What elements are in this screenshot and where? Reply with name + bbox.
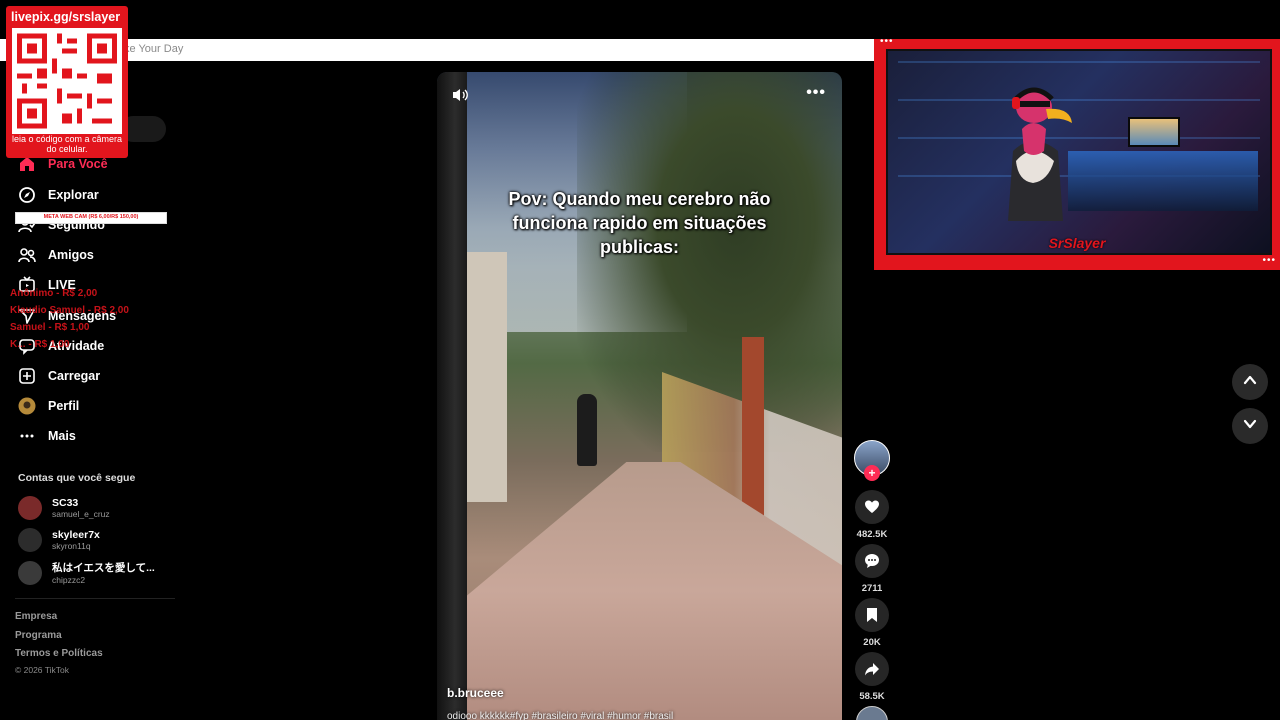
comment-icon — [855, 544, 889, 578]
sidebar-item-amigos[interactable]: Amigos — [18, 244, 94, 266]
gaming-desk — [1068, 151, 1258, 211]
chevron-up-icon — [1243, 373, 1257, 392]
follow-plus-icon[interactable]: + — [864, 465, 880, 481]
account-name: skyleer7x — [52, 529, 100, 541]
video-player[interactable]: Pov: Quando meu cerebro não funciona rap… — [437, 72, 842, 720]
chevron-down-icon — [1243, 417, 1257, 436]
share-button[interactable]: 58.5K — [852, 652, 892, 702]
search-strip[interactable]: ke Your Day — [0, 39, 876, 61]
previous-video-button[interactable] — [1232, 364, 1268, 400]
webcam-scene — [886, 49, 1272, 255]
following-account[interactable]: 私はイエスを愛して... chipzzc2 — [18, 560, 155, 585]
share-count: 58.5K — [859, 691, 885, 702]
qr-caption: leia o código com a câmera do celular. — [11, 134, 123, 154]
heart-icon — [855, 490, 889, 524]
footer-link-empresa[interactable]: Empresa — [15, 611, 57, 622]
account-name: 私はイエスを愛して... — [52, 562, 155, 574]
avatar — [18, 560, 42, 585]
music-disc-avatar[interactable] — [856, 706, 888, 720]
donation-list: Anônimo - R$ 2,00 Klaudio Samuel - R$ 2,… — [10, 285, 129, 353]
qr-code-icon — [12, 28, 122, 134]
decor-dots-icon: ••• — [1262, 255, 1276, 266]
footer-link-programa[interactable]: Programa — [15, 630, 62, 641]
video-frame-pole — [437, 72, 467, 720]
decor-dots-icon: ••• — [880, 36, 894, 47]
search-hint: ke Your Day — [124, 43, 184, 55]
save-count: 20K — [863, 637, 881, 648]
sidebar-item-label: Amigos — [48, 248, 94, 262]
profile-avatar — [18, 397, 36, 415]
sidebar-item-carregar[interactable]: Carregar — [18, 365, 100, 387]
account-name: SC33 — [52, 497, 79, 509]
comment-count: 2711 — [861, 583, 883, 594]
comment-button[interactable]: 2711 — [852, 544, 892, 594]
sidebar-item-label: Mais — [48, 429, 76, 443]
footer-link-termos[interactable]: Termos e Políticas — [15, 648, 103, 659]
like-count: 482.5K — [856, 529, 888, 540]
video-frame-building — [467, 252, 507, 502]
donation-entry: Samuel - R$ 1,00 — [10, 322, 90, 333]
qr-donation-panel: livepix.gg/srslayer leia o código com a … — [6, 6, 128, 158]
donation-entry: Anônimo - R$ 2,00 — [10, 288, 98, 299]
video-username[interactable]: b.bruceee — [447, 686, 504, 700]
volume-icon[interactable] — [451, 86, 469, 109]
next-video-button[interactable] — [1232, 408, 1268, 444]
webcam-overlay: ••• ••• SrSlayer — [874, 36, 1280, 270]
vulture-mascot-icon — [1008, 87, 1072, 221]
goal-bar-label: META WEB CAM (R$ 6,00/R$ 150,00) — [43, 214, 139, 220]
divider — [15, 598, 175, 599]
sidebar-item-label: Explorar — [48, 188, 99, 202]
account-handle: skyron11q — [52, 541, 91, 551]
account-handle: samuel_e_cruz — [52, 509, 110, 519]
webcam-goal-bar: META WEB CAM (R$ 6,00/R$ 150,00) — [15, 212, 167, 224]
compass-icon — [18, 186, 36, 204]
following-section-title: Contas que você segue — [18, 472, 136, 484]
avatar — [18, 496, 42, 520]
sidebar-item-label: Perfil — [48, 399, 80, 413]
following-account[interactable]: skyleer7x skyron11q — [18, 528, 100, 552]
qr-title: livepix.gg/srslayer — [11, 10, 121, 24]
account-handle: chipzzc2 — [52, 575, 86, 585]
share-icon — [855, 652, 889, 686]
donation-entry: K... - R$ 1,00 — [10, 339, 70, 350]
video-description: odiooo kkkkkk#fyp #brasileiro #viral #hu… — [447, 711, 674, 720]
streamer-name: SrSlayer — [1048, 235, 1106, 251]
sidebar-item-mais[interactable]: Mais — [18, 425, 76, 447]
save-button[interactable]: 20K — [852, 598, 892, 648]
avatar — [18, 528, 42, 552]
sidebar-item-perfil[interactable]: Perfil — [18, 395, 79, 417]
friends-icon — [18, 246, 36, 264]
more-icon — [18, 427, 36, 445]
upload-icon — [18, 367, 36, 385]
sidebar-item-explorar[interactable]: Explorar — [18, 184, 99, 206]
more-options-icon[interactable]: ••• — [806, 84, 826, 102]
bookmark-icon — [855, 598, 889, 632]
video-caption-text: Pov: Quando meu cerebro não funciona rap… — [508, 189, 771, 257]
donation-entry: Klaudio Samuel - R$ 2,00 — [10, 305, 129, 316]
monitor — [1128, 117, 1180, 147]
like-button[interactable]: 482.5K — [852, 490, 892, 540]
sidebar-item-label: Para Você — [48, 157, 108, 171]
video-frame-person — [577, 394, 597, 466]
copyright: © 2026 TikTok — [15, 665, 69, 675]
sidebar-item-label: Carregar — [48, 369, 101, 383]
following-account[interactable]: SC33 samuel_e_cruz — [18, 496, 110, 520]
